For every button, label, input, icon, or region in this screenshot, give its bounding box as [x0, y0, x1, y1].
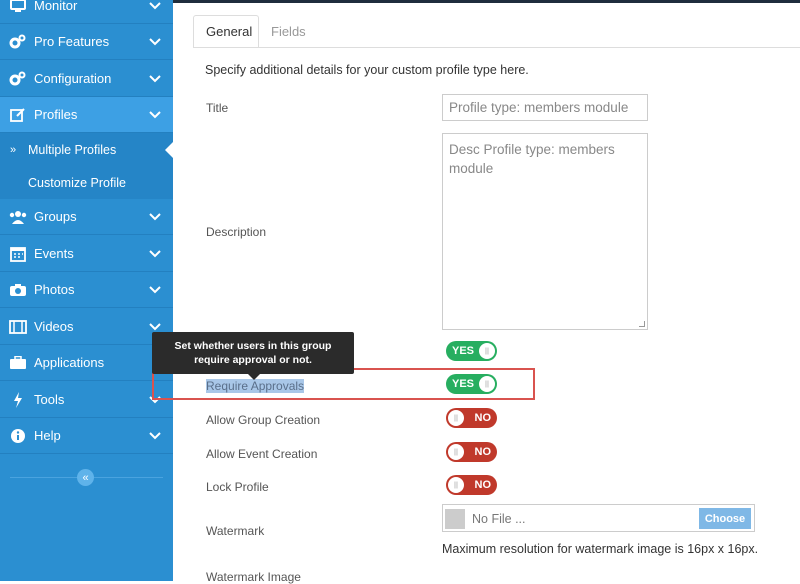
first-toggle[interactable]: YES || [446, 341, 497, 361]
submenu-item-customize-profile[interactable]: Customize Profile [0, 166, 173, 199]
toggle-label: YES [452, 345, 475, 357]
require-approvals-label: Require Approvals [206, 379, 305, 393]
chevron-down-icon [149, 208, 163, 226]
monitor-icon [8, 0, 28, 13]
submenu-item-multiple-profiles[interactable]: » Multiple Profiles [0, 133, 173, 166]
watermark-file-input[interactable]: No File ... Choose [442, 504, 755, 532]
watermark-image-label: Watermark Image [206, 570, 301, 584]
main-content: General Fields Specify additional detail… [152, 3, 800, 584]
sidebar-item-help[interactable]: Help [0, 418, 173, 454]
allow-event-creation-toggle[interactable]: || NO [446, 442, 497, 462]
toggle-label: NO [474, 412, 492, 424]
sidebar-item-label: Monitor [34, 0, 78, 13]
description-text: Desc Profile type: members module [449, 142, 615, 176]
briefcase-icon [8, 355, 28, 370]
edit-icon [8, 107, 28, 123]
toggle-knob: || [448, 444, 464, 460]
tab-fields[interactable]: Fields [259, 15, 318, 48]
sidebar-item-applications[interactable]: Applications [0, 345, 173, 381]
calendar-icon [8, 246, 28, 262]
toggle-label: NO [474, 446, 492, 458]
sidebar-item-label: Help [34, 428, 61, 443]
sidebar-item-pro-features[interactable]: Pro Features [0, 24, 173, 60]
sidebar-item-videos[interactable]: Videos [0, 309, 173, 345]
toggle-knob: || [448, 410, 464, 426]
sidebar-item-label: Configuration [34, 71, 112, 86]
chevron-down-icon [149, 427, 163, 445]
choose-file-button[interactable]: Choose [699, 508, 751, 529]
toggle-knob: || [479, 343, 495, 359]
submenu-item-label: Customize Profile [28, 175, 126, 190]
sidebar-item-groups[interactable]: Groups [0, 199, 173, 235]
require-approvals-text: Require Approvals [206, 379, 305, 393]
chevron-down-icon [149, 281, 163, 299]
toggle-label: NO [474, 479, 492, 491]
info-icon [8, 428, 28, 444]
watermark-label: Watermark [206, 524, 265, 538]
title-input[interactable]: Profile type: members module [442, 94, 648, 121]
toggle-label: YES [452, 378, 475, 390]
camera-icon [8, 283, 28, 297]
allow-group-creation-toggle[interactable]: || NO [446, 408, 497, 428]
tab-divider [193, 47, 800, 48]
resize-handle-icon[interactable] [639, 321, 645, 327]
description-textarea[interactable]: Desc Profile type: members module [442, 133, 648, 330]
toggle-knob: || [479, 376, 495, 392]
allow-event-creation-label: Allow Event Creation [206, 447, 318, 461]
sidebar-item-label: Events [34, 246, 74, 261]
toggle-knob: || [448, 477, 464, 493]
collapse-sidebar-button[interactable]: « [77, 469, 94, 486]
chevron-down-icon [149, 0, 163, 15]
title-label: Title [206, 101, 229, 115]
sidebar-item-label: Groups [34, 209, 77, 224]
file-placeholder: No File ... [472, 512, 526, 526]
tooltip: Set whether users in this group require … [152, 332, 354, 374]
tab-general[interactable]: General [193, 15, 259, 48]
watermark-note: Maximum resolution for watermark image i… [442, 542, 759, 556]
sidebar-item-label: Photos [34, 282, 75, 297]
gears-icon [8, 71, 28, 87]
sidebar-item-tools[interactable]: Tools [0, 382, 173, 418]
description-label: Description [206, 225, 267, 239]
sidebar-item-label: Applications [34, 355, 105, 370]
file-thumbnail [445, 509, 465, 529]
sidebar-item-label: Pro Features [34, 34, 110, 49]
sidebar-item-monitor[interactable]: Monitor [0, 0, 173, 24]
sidebar-item-profiles[interactable]: Profiles [0, 97, 173, 133]
chevron-down-icon [149, 106, 163, 124]
require-approvals-toggle[interactable]: YES || [446, 374, 497, 394]
allow-group-creation-label: Allow Group Creation [206, 413, 321, 427]
sidebar-item-configuration[interactable]: Configuration [0, 61, 173, 97]
film-icon [8, 319, 28, 334]
gears-icon [8, 34, 28, 50]
sidebar-item-label: Videos [34, 319, 74, 334]
sidebar-item-photos[interactable]: Photos [0, 272, 173, 308]
tooltip-line-2: require approval or not. [194, 354, 312, 366]
profiles-submenu: » Multiple Profiles Customize Profile [0, 133, 173, 199]
sidebar-item-label: Profiles [34, 107, 78, 122]
lock-profile-toggle[interactable]: || NO [446, 475, 497, 495]
bolt-icon [8, 391, 28, 408]
submenu-item-label: Multiple Profiles [28, 142, 117, 157]
chevron-down-icon [149, 245, 163, 263]
sidebar: Monitor Pro Features Configuration Profi… [0, 0, 173, 581]
double-chevron-right-icon: » [10, 143, 17, 156]
sidebar-item-events[interactable]: Events [0, 236, 173, 272]
chevron-down-icon [149, 33, 163, 51]
chevron-down-icon [149, 70, 163, 88]
intro-text: Specify additional details for your cust… [205, 63, 529, 77]
lock-profile-label: Lock Profile [206, 480, 269, 494]
users-icon [8, 210, 28, 224]
tooltip-arrow [248, 374, 260, 380]
sidebar-item-label: Tools [34, 392, 65, 407]
tooltip-line-1: Set whether users in this group [174, 340, 332, 352]
